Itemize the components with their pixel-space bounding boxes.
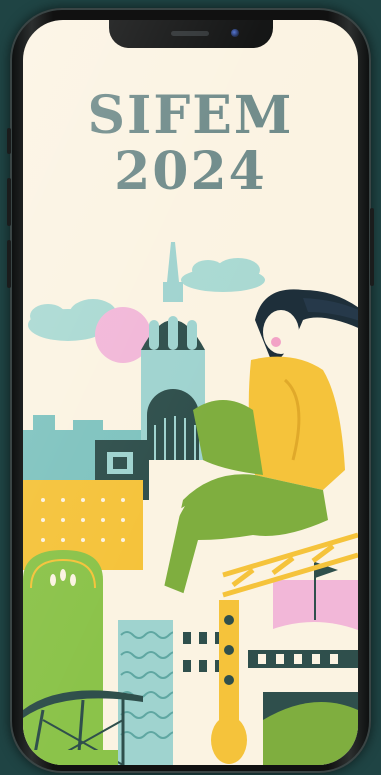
poster-year: 2024 (114, 141, 267, 202)
silent-switch (7, 128, 11, 154)
poster-title: SIFEM (87, 85, 294, 146)
cloud-right-icon (181, 258, 265, 292)
app-background: SIFEM 2024 (0, 0, 381, 775)
earpiece-speaker-icon (171, 31, 209, 36)
phone-screen: SIFEM 2024 (23, 20, 358, 765)
volume-down-button (7, 240, 11, 288)
volume-up-button (7, 178, 11, 226)
front-camera-icon (231, 29, 239, 37)
notch (109, 20, 273, 48)
power-button (370, 208, 374, 286)
